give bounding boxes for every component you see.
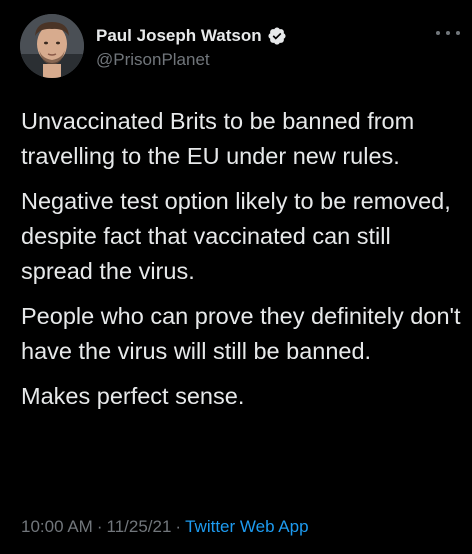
author-handle[interactable]: @PrisonPlanet [96,50,287,70]
author-display-name[interactable]: Paul Joseph Watson [96,26,262,46]
tweet-meta: 10:00 AM · 11/25/21 · Twitter Web App [21,517,309,537]
more-dot [446,31,450,35]
tweet-text: Unvaccinated Brits to be banned from tra… [21,104,461,424]
display-name-row: Paul Joseph Watson [96,24,287,48]
tweet-time[interactable]: 10:00 AM [21,517,93,536]
tweet-paragraph: Negative test option likely to be remove… [21,188,451,284]
more-dot [436,31,440,35]
more-dot [456,31,460,35]
tweet-source-link[interactable]: Twitter Web App [185,517,308,536]
verified-badge-icon [267,26,287,46]
tweet-paragraph: Unvaccinated Brits to be banned from tra… [21,108,415,169]
tweet-paragraph: Makes perfect sense. [21,383,245,409]
meta-separator: · [175,517,182,536]
author-info: Paul Joseph Watson @PrisonPlanet [96,24,287,70]
tweet-header: Paul Joseph Watson @PrisonPlanet [20,14,460,78]
tweet: Paul Joseph Watson @PrisonPlanet Unvacci… [0,0,472,554]
meta-separator: · [96,517,103,536]
avatar-image [20,14,84,78]
more-horizontal-icon[interactable] [436,28,460,38]
avatar[interactable] [20,14,84,78]
tweet-date[interactable]: 11/25/21 [107,517,172,536]
tweet-paragraph: People who can prove they definitely don… [21,303,461,364]
